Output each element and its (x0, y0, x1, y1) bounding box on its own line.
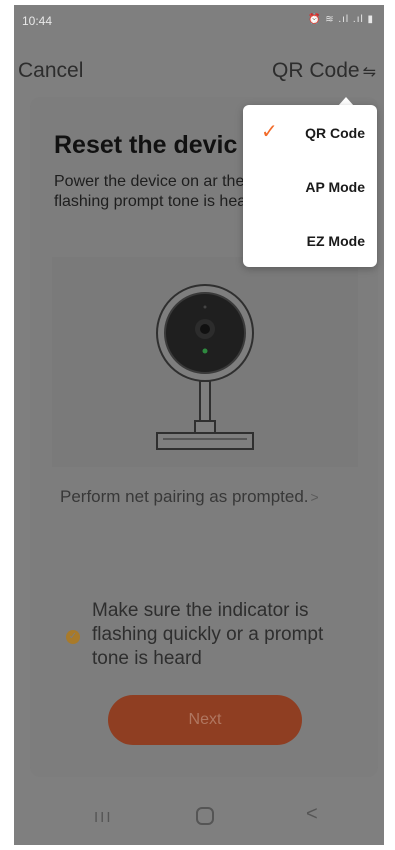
dropdown-item-qr-code[interactable]: ✓ QR Code (243, 105, 377, 159)
camera-icon (156, 284, 254, 450)
page-title: Reset the devic (54, 131, 238, 159)
camera-illustration (52, 257, 358, 467)
system-nav-bar: III < (14, 789, 384, 845)
indicator-confirm-row[interactable]: ✓ Make sure the indicator is flashing qu… (66, 599, 336, 679)
back-icon[interactable]: < (306, 803, 318, 826)
chevron-right-icon: > (310, 489, 319, 505)
status-icons: ⏰ ≋ .ıl .ıl ▮ (307, 14, 374, 25)
dropdown-item-ez-mode[interactable]: EZ Mode (243, 213, 377, 267)
checkmark-icon: ✓ (261, 121, 278, 143)
pairing-mode-dropdown: ✓ QR Code AP Mode EZ Mode (243, 105, 377, 267)
dropdown-item-label: AP Mode (305, 179, 365, 195)
recent-apps-icon[interactable]: III (94, 809, 113, 826)
top-nav: Cancel QR Code ⇋ (14, 49, 384, 89)
swap-icon: ⇋ (362, 64, 376, 81)
dropdown-item-label: EZ Mode (306, 233, 365, 249)
confirm-checkbox-icon[interactable]: ✓ (66, 630, 80, 644)
pairing-prompt-label: Perform net pairing as prompted. (60, 487, 309, 506)
status-bar: 10:44 ⏰ ≋ .ıl .ıl ▮ (14, 5, 384, 39)
pairing-prompt-link[interactable]: Perform net pairing as prompted. > (60, 487, 319, 507)
cancel-button[interactable]: Cancel (18, 59, 83, 83)
next-button[interactable]: Next (108, 695, 302, 745)
dropdown-item-label: QR Code (305, 125, 365, 141)
mode-selector-button[interactable]: QR Code ⇋ (272, 59, 376, 83)
status-time: 10:44 (22, 14, 53, 28)
dropdown-item-ap-mode[interactable]: AP Mode (243, 159, 377, 213)
home-icon[interactable] (196, 807, 214, 825)
confirm-label: Make sure the indicator is flashing quic… (92, 600, 324, 669)
mode-selector-label: QR Code (272, 59, 360, 82)
